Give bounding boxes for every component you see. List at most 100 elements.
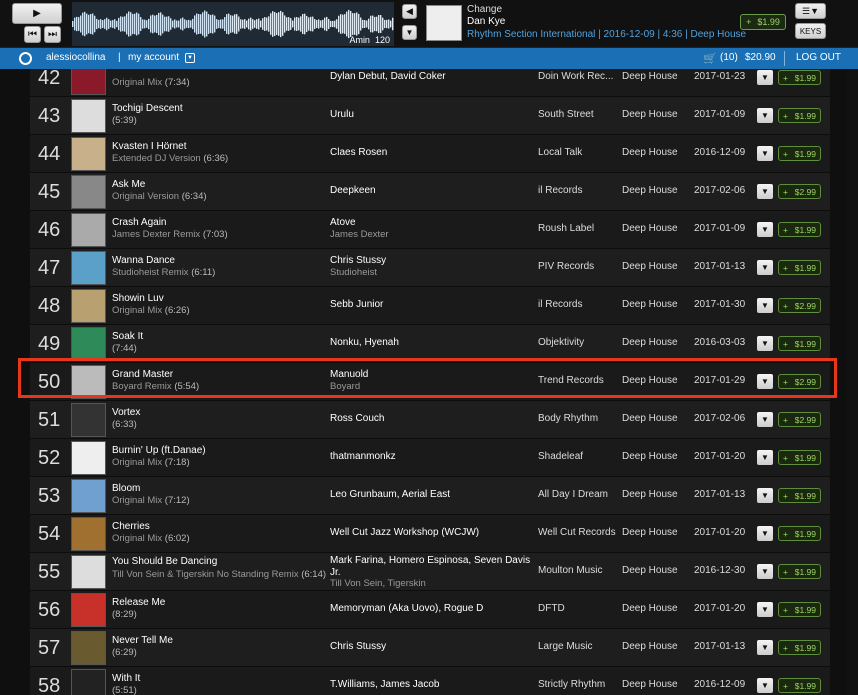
track-artist[interactable]: Chris Stussy bbox=[330, 641, 386, 652]
buy-button[interactable]: + $1.99 bbox=[778, 450, 821, 465]
play-button[interactable]: ▶ bbox=[12, 3, 62, 24]
track-options-button[interactable]: ▼ bbox=[757, 108, 773, 123]
cart-icon[interactable]: 🛒 bbox=[703, 52, 717, 65]
track-title[interactable]: Release Me bbox=[112, 597, 165, 608]
track-label[interactable]: il Records bbox=[538, 299, 582, 310]
track-row[interactable]: 51 Vortex (6:33) Ross Couch Body Rhythm … bbox=[30, 401, 830, 439]
track-artist[interactable]: T.Williams, James Jacob bbox=[330, 679, 439, 690]
track-title[interactable]: You Should Be Dancing bbox=[112, 556, 217, 567]
track-genre[interactable]: Deep House bbox=[622, 679, 678, 690]
track-genre[interactable]: Deep House bbox=[622, 261, 678, 272]
track-label[interactable]: Shadeleaf bbox=[538, 451, 583, 462]
track-genre[interactable]: Deep House bbox=[622, 185, 678, 196]
track-options-button[interactable]: ▼ bbox=[757, 678, 773, 693]
track-title[interactable]: Burnin' Up (ft.Danae) bbox=[112, 445, 206, 456]
track-options-button[interactable]: ▼ bbox=[757, 564, 773, 579]
track-options-button[interactable]: ▼ bbox=[757, 336, 773, 351]
buy-button[interactable]: + $1.99 bbox=[778, 564, 821, 579]
track-artist[interactable]: thatmanmonkz bbox=[330, 451, 396, 462]
track-options-button[interactable]: ▼ bbox=[757, 298, 773, 313]
track-title[interactable]: Soak It bbox=[112, 331, 143, 342]
track-label[interactable]: All Day I Dream bbox=[538, 489, 608, 500]
track-label[interactable]: PIV Records bbox=[538, 261, 594, 272]
track-row[interactable]: 46 Crash Again James Dexter Remix (7:03)… bbox=[30, 211, 830, 249]
cart-total[interactable]: $20.90 bbox=[745, 52, 776, 63]
track-remixer[interactable]: Till Von Sein, Tigerskin bbox=[330, 578, 426, 589]
track-artwork[interactable] bbox=[71, 213, 106, 247]
track-row[interactable]: 56 Release Me (8:29) Memoryman (Aka Uovo… bbox=[30, 591, 830, 629]
buy-button[interactable]: + $1.99 bbox=[778, 146, 821, 161]
keys-button[interactable]: KEYS bbox=[795, 23, 826, 39]
track-options-button[interactable]: ▼ bbox=[757, 222, 773, 237]
previous-track-button[interactable]: ⏮ bbox=[24, 26, 41, 43]
track-genre[interactable]: Deep House bbox=[622, 641, 678, 652]
now-playing-meta[interactable]: Rhythm Section International | 2016-12-0… bbox=[467, 29, 746, 40]
track-title[interactable]: Tochigi Descent bbox=[112, 103, 183, 114]
track-row[interactable]: 54 Cherries Original Mix (6:02) Well Cut… bbox=[30, 515, 830, 553]
track-options-button[interactable]: ▼ bbox=[757, 70, 773, 85]
track-artist[interactable]: Sebb Junior bbox=[330, 299, 383, 310]
track-remixer[interactable]: James Dexter bbox=[330, 229, 389, 240]
track-artwork[interactable] bbox=[71, 669, 106, 695]
track-genre[interactable]: Deep House bbox=[622, 451, 678, 462]
track-row[interactable]: 55 You Should Be Dancing Till Von Sein &… bbox=[30, 553, 830, 591]
track-options-button[interactable]: ▼ bbox=[757, 146, 773, 161]
track-options-button[interactable]: ▼ bbox=[757, 184, 773, 199]
track-artist[interactable]: Chris Stussy bbox=[330, 255, 386, 266]
track-genre[interactable]: Deep House bbox=[622, 223, 678, 234]
track-artist[interactable]: Claes Rosen bbox=[330, 147, 387, 158]
track-artwork[interactable] bbox=[71, 99, 106, 133]
buy-button[interactable]: + $1.99 bbox=[778, 108, 821, 123]
track-row[interactable]: 48 Showin Luv Original Mix (6:26) Sebb J… bbox=[30, 287, 830, 325]
track-label[interactable]: Local Talk bbox=[538, 147, 582, 158]
track-options-button[interactable]: ▼ bbox=[757, 526, 773, 541]
track-row[interactable]: 57 Never Tell Me (6:29) Chris Stussy Lar… bbox=[30, 629, 830, 667]
track-artwork[interactable] bbox=[71, 69, 106, 95]
cart-count[interactable]: (10) bbox=[720, 52, 738, 63]
track-artwork[interactable] bbox=[71, 593, 106, 627]
track-options-button[interactable]: ▼ bbox=[757, 260, 773, 275]
track-artist[interactable]: Dylan Debut, David Coker bbox=[330, 71, 446, 82]
username[interactable]: alessiocollina bbox=[46, 52, 105, 63]
track-label[interactable]: Moulton Music bbox=[538, 565, 602, 576]
volume-button[interactable]: ◀ bbox=[402, 4, 417, 19]
chevron-down-icon[interactable]: ▼ bbox=[185, 53, 195, 63]
track-artwork[interactable] bbox=[71, 175, 106, 209]
buy-button[interactable]: + $1.99 bbox=[778, 602, 821, 617]
track-title[interactable]: Ask Me bbox=[112, 179, 145, 190]
track-row[interactable]: 58 With It (5:51) T.Williams, James Jaco… bbox=[30, 667, 830, 695]
track-remixer[interactable]: Studioheist bbox=[330, 267, 377, 278]
track-title[interactable]: Showin Luv bbox=[112, 293, 164, 304]
track-label[interactable]: Doin Work Rec... bbox=[538, 71, 613, 82]
track-genre[interactable]: Deep House bbox=[622, 299, 678, 310]
buy-button[interactable]: + $2.99 bbox=[778, 184, 821, 199]
buy-button[interactable]: + $1.99 bbox=[778, 70, 821, 85]
track-genre[interactable]: Deep House bbox=[622, 109, 678, 120]
player-options-button[interactable]: ▼ bbox=[402, 25, 417, 40]
buy-button[interactable]: + $1.99 bbox=[778, 526, 821, 541]
track-genre[interactable]: Deep House bbox=[622, 489, 678, 500]
track-artist[interactable]: Mark Farina, Homero Espinosa, Seven Davi… bbox=[330, 555, 540, 579]
track-artist[interactable]: Memoryman (Aka Uovo), Rogue D bbox=[330, 603, 483, 614]
track-artwork[interactable] bbox=[71, 289, 106, 323]
track-options-button[interactable]: ▼ bbox=[757, 602, 773, 617]
track-label[interactable]: Well Cut Records bbox=[538, 527, 616, 538]
track-genre[interactable]: Deep House bbox=[622, 413, 678, 424]
track-genre[interactable]: Deep House bbox=[622, 147, 678, 158]
buy-button[interactable]: + $1.99 bbox=[778, 640, 821, 655]
track-genre[interactable]: Deep House bbox=[622, 71, 678, 82]
buy-button[interactable]: + $2.99 bbox=[778, 298, 821, 313]
track-artist[interactable]: Atove bbox=[330, 217, 356, 228]
track-row[interactable]: 45 Ask Me Original Version (6:34) Deepke… bbox=[30, 173, 830, 211]
logout-link[interactable]: LOG OUT bbox=[796, 52, 841, 63]
next-track-button[interactable]: ⏭ bbox=[44, 26, 61, 43]
track-row[interactable]: 47 Wanna Dance Studioheist Remix (6:11) … bbox=[30, 249, 830, 287]
track-artwork[interactable] bbox=[71, 517, 106, 551]
track-row[interactable]: 52 Burnin' Up (ft.Danae) Original Mix (7… bbox=[30, 439, 830, 477]
track-row[interactable]: 42 Original Mix (7:34) Dylan Debut, Davi… bbox=[30, 69, 830, 97]
track-label[interactable]: Roush Label bbox=[538, 223, 594, 234]
now-playing-buy-button[interactable]: + $1.99 bbox=[740, 14, 786, 30]
track-artist[interactable]: Urulu bbox=[330, 109, 354, 120]
track-artwork[interactable] bbox=[71, 403, 106, 437]
track-row[interactable]: 53 Bloom Original Mix (7:12) Leo Grunbau… bbox=[30, 477, 830, 515]
